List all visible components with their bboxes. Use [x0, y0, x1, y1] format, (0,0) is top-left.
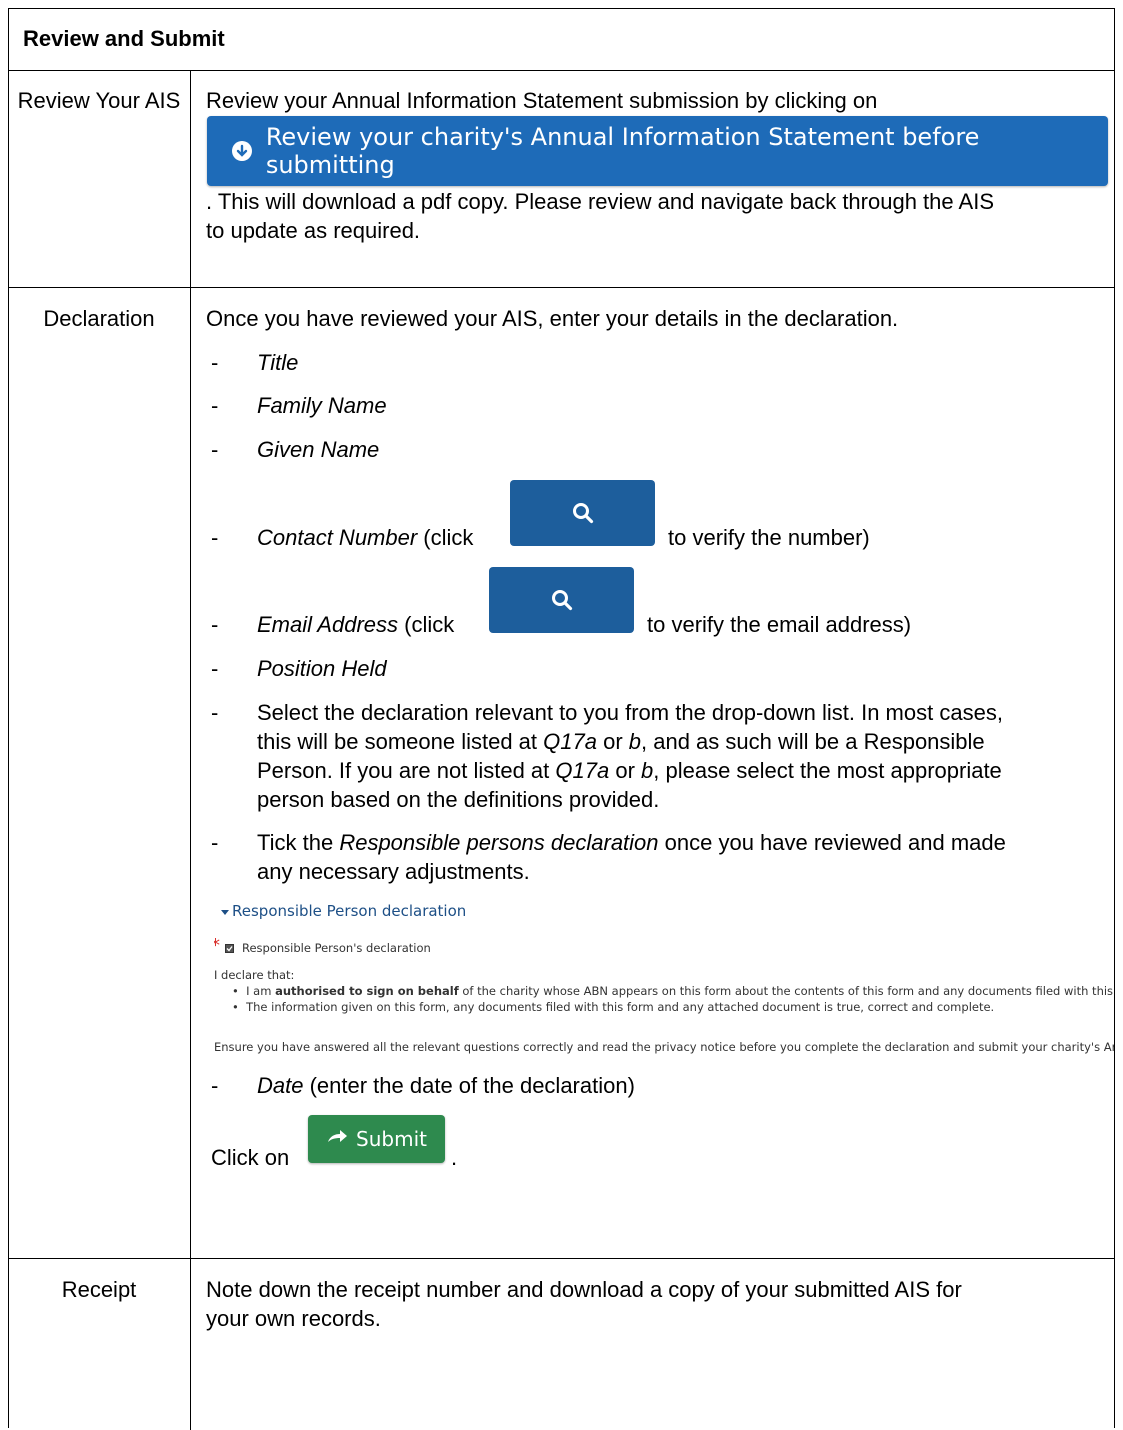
divider [8, 70, 1115, 71]
email-address-line: Email Address (click [257, 610, 454, 639]
field-position-held: Position Held [257, 656, 387, 681]
text: Responsible persons declaration [339, 830, 659, 855]
reply-arrow-icon [328, 1130, 348, 1142]
field-email-address: Email Address [257, 612, 399, 637]
tick-line2: any necessary adjustments. [257, 859, 530, 884]
click-text: (click [417, 525, 474, 550]
contact-suffix: to verify the number) [668, 525, 870, 550]
contact-number-line: Contact Number (click [257, 523, 473, 552]
receipt-line2: your own records. [206, 1306, 381, 1331]
declaration-intro: Once you have reviewed your AIS, enter y… [206, 306, 899, 331]
text: b [641, 758, 654, 783]
list-dash: - [211, 393, 219, 418]
declare-bullet-2: • The information given on this form, an… [232, 1000, 995, 1014]
select-line1: Select the declaration relevant to you f… [257, 700, 1003, 725]
row-label-receipt: Receipt [61, 1277, 137, 1302]
review-ais-button-label: Review your charity's Annual Information… [265, 123, 980, 179]
field-contact-number: Contact Number [257, 525, 418, 550]
column-divider [190, 70, 191, 1430]
click-on-label: Click on [211, 1145, 290, 1170]
text: , and as such will be a Responsible [641, 729, 985, 754]
field-title: Title [257, 350, 299, 375]
checkbox-icon[interactable] [225, 944, 234, 953]
period: . [451, 1145, 458, 1170]
list-dash: - [211, 656, 219, 681]
select-line2: this will be someone listed at Q17a or b… [257, 727, 985, 756]
declare-bullet-1: • I am authorised to sign on behalf of t… [232, 984, 1114, 998]
list-dash: - [211, 525, 219, 550]
arrow-down-circle-icon [232, 141, 252, 161]
email-suffix: to verify the email address) [647, 612, 912, 637]
select-line3: Person. If you are not listed at Q17a or… [257, 756, 1002, 785]
required-asterisk: * [214, 935, 220, 956]
declaration-screenshot: Responsible Person declaration * Respons… [214, 900, 1114, 1070]
field-family-name: Family Name [257, 393, 387, 418]
search-icon [551, 590, 572, 611]
list-dash: - [211, 700, 219, 725]
list-dash: - [211, 437, 219, 462]
panel-title: Responsible Person declaration [232, 902, 467, 920]
search-icon [572, 503, 593, 524]
text: (enter the date of the declaration) [303, 1073, 635, 1098]
row-label-declaration: Declaration [43, 306, 155, 331]
verify-number-button[interactable] [510, 480, 655, 546]
review-ais-button[interactable]: Review your charity's Annual Information… [207, 116, 1108, 186]
divider [8, 1258, 1115, 1259]
text: Q17a [543, 729, 597, 754]
text: The information given on this form, any … [246, 1000, 995, 1014]
submit-button[interactable]: Submit [308, 1115, 445, 1163]
verify-email-button[interactable] [489, 567, 634, 633]
row-label-review: Review Your AIS [17, 88, 181, 113]
list-dash: - [211, 350, 219, 375]
checkbox-label: Responsible Person's declaration [242, 941, 431, 955]
list-dash: - [211, 612, 219, 637]
text: , please select the most appropriate [653, 758, 1002, 783]
text: once you have reviewed and made [658, 830, 1006, 855]
text: or [609, 758, 642, 783]
text: I am [246, 984, 276, 998]
text: Person. If you are not listed at [257, 758, 556, 783]
field-given-name: Given Name [257, 437, 380, 462]
text: authorised to sign on behalf [275, 984, 459, 998]
table-header: Review and Submit [23, 26, 225, 51]
text: b [628, 729, 642, 754]
caret-down-icon [221, 910, 229, 915]
text: Q17a [555, 758, 610, 783]
review-intro: Review your Annual Information Statement… [206, 88, 878, 113]
text: of the charity whose ABN appears on this… [458, 984, 1114, 998]
receipt-line1: Note down the receipt number and downloa… [206, 1277, 962, 1302]
text: Tick the [257, 830, 340, 855]
tick-line1: Tick the Responsible persons declaration… [257, 828, 1006, 857]
field-date: Date [257, 1073, 304, 1098]
select-line4: person based on the definitions provided… [257, 787, 660, 812]
review-after-line2: to update as required. [206, 218, 421, 243]
text: this will be someone listed at [257, 729, 544, 754]
text: or [596, 729, 629, 754]
i-declare: I declare that: [214, 968, 295, 982]
review-after-line1: . This will download a pdf copy. Please … [206, 189, 994, 214]
click-text: (click [398, 612, 455, 637]
divider [8, 287, 1115, 288]
ensure-note: Ensure you have answered all the relevan… [214, 1040, 1114, 1054]
date-line: Date (enter the date of the declaration) [257, 1071, 635, 1100]
submit-button-label: Submit [356, 1127, 427, 1151]
list-dash: - [211, 830, 219, 855]
list-dash: - [211, 1073, 219, 1098]
